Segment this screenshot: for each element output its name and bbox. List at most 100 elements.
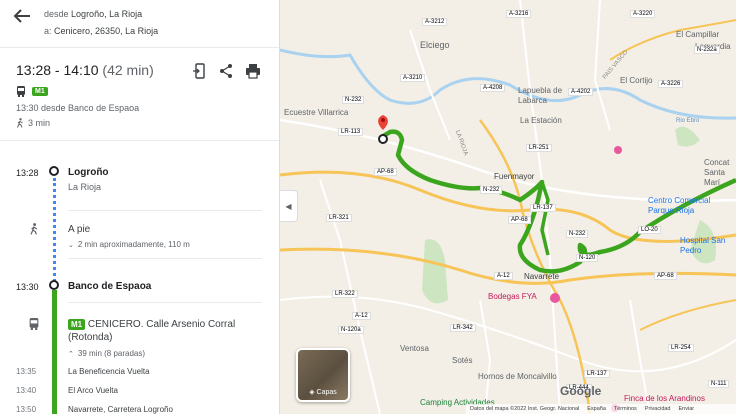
road-shield: AP-68 [508, 216, 531, 224]
divider [68, 258, 262, 259]
walk-detail: 2 min aproximadamente, 110 m [77, 240, 190, 249]
map-label[interactable]: Bodegas FYA [488, 292, 537, 301]
start-marker[interactable] [378, 134, 388, 144]
road-shield: N-232 [566, 230, 589, 238]
road-shield: LO-20 [638, 226, 661, 234]
layers-label: ◈ Capas [298, 388, 348, 396]
departure-arrival: 13:28 - 14:10 [16, 62, 99, 78]
destination-line[interactable]: a: Cenicero, 26350, La Rioja [44, 26, 158, 36]
road-shield: A-12 [494, 272, 513, 280]
map-label[interactable]: Centro Comercial Parque Rioja [648, 196, 736, 216]
origin-line[interactable]: desde Logroño, La Rioja [44, 9, 142, 19]
transit-route-line [52, 290, 57, 414]
origin-region: La Rioja [68, 182, 102, 192]
road-shield: N-232 [480, 186, 503, 194]
road-shield: LR-321 [326, 214, 352, 222]
walk-details-toggle[interactable]: ⌄ 2 min aproximadamente, 110 m [68, 240, 190, 249]
map-label[interactable]: La Estación [520, 116, 562, 125]
road-shield: A-12 [352, 312, 371, 320]
walk-route-line [53, 178, 56, 282]
departure-info: 13:30 desde Banco de Espaoa [16, 103, 140, 113]
stop-marker [49, 280, 59, 290]
road-shield: A-3220 [630, 10, 656, 18]
destination-name: Cenicero, 26350, La Rioja [54, 26, 159, 36]
google-logo: Google [560, 384, 602, 398]
road-shield: A-3210 [400, 74, 426, 82]
divider [68, 210, 262, 211]
road-shield: LR-342 [450, 324, 476, 332]
map-label[interactable]: Hospital San Pedro [680, 236, 736, 256]
print-icon[interactable] [245, 63, 261, 79]
intermediate-stop[interactable]: Navarrete, Carretera Logroño [68, 405, 173, 414]
line-badge: M1 [32, 87, 48, 96]
privacy-link[interactable]: Privacidad [645, 406, 671, 412]
map-label[interactable]: Navarrete [524, 272, 559, 281]
road-shield: A-3226 [658, 80, 684, 88]
back-arrow-icon[interactable] [12, 8, 32, 24]
map-label[interactable]: Hornos de Moncalvillo [478, 372, 558, 382]
route-times: 13:28 - 14:10 (42 min) [16, 62, 154, 78]
share-icon[interactable] [219, 63, 233, 79]
bus-icon [17, 86, 25, 97]
layers-icon: ◈ [309, 389, 315, 396]
road-shield: N-111 [708, 380, 730, 388]
stops-toggle[interactable]: ⌃ 39 min (8 paradas) [68, 349, 145, 358]
map-label[interactable]: Finca de los Arandinos [624, 394, 705, 403]
park-area [422, 239, 448, 304]
destination-pin-icon[interactable] [378, 115, 388, 130]
intermediate-time: 13:40 [16, 386, 37, 395]
bus-icon [29, 318, 39, 330]
origin-marker [49, 166, 59, 176]
road [593, 0, 611, 131]
map-label[interactable]: Ecuestre Villarrica [284, 108, 348, 117]
road-shield: N-120 [576, 254, 599, 262]
transit-summary: M1 [16, 86, 48, 97]
shopping-poi-icon[interactable] [614, 146, 622, 154]
to-prefix: a: [44, 26, 52, 36]
map-label[interactable]: Ventosa [400, 344, 429, 353]
boarding-stop[interactable]: Banco de Espaoa [68, 281, 151, 292]
maps-directions-screen: desde Logroño, La Rioja a: Cenicero, 263… [0, 0, 736, 414]
road-shield: A-4208 [480, 84, 506, 92]
map-label: Rio Ebro [676, 118, 700, 124]
transit-headsign: M1 CENICERO. Calle Arsenio Corral (Roton… [68, 318, 258, 344]
road-shield: LR-251 [526, 144, 552, 152]
map-label[interactable]: El Cortijo [620, 76, 652, 85]
winery-poi-icon[interactable] [550, 293, 560, 303]
map-label[interactable]: Sotés [452, 356, 472, 365]
origin-time: 13:28 [16, 168, 39, 178]
collapse-panel-button[interactable]: ◀ [280, 190, 298, 222]
map-label[interactable]: Elciego [420, 40, 450, 50]
summary-actions [193, 63, 261, 79]
from-prefix: desde [44, 9, 69, 19]
stop-time: 13:30 [16, 282, 39, 292]
divider [68, 302, 262, 303]
road-shield: N-120a [338, 326, 364, 334]
origin-stop[interactable]: Logroño [68, 167, 109, 178]
walk-icon [17, 118, 23, 128]
road-shield: N-232a [694, 46, 720, 54]
region-link[interactable]: España [587, 406, 606, 412]
terms-link[interactable]: Términos [614, 406, 637, 412]
road-shield: AP-68 [374, 168, 397, 176]
directions-header: desde Logroño, La Rioja a: Cenicero, 263… [0, 0, 279, 48]
intermediate-stop[interactable]: El Arco Vuelta [68, 386, 118, 395]
route-steps: 13:28 Logroño La Rioja A pie ⌄ 2 min apr… [0, 146, 279, 414]
phone-send-icon[interactable] [193, 63, 207, 79]
road-shield: LR-113 [338, 128, 364, 136]
walk-summary: 3 min [16, 118, 50, 128]
map-label[interactable]: Fuenmayor [494, 172, 534, 181]
line-badge: M1 [68, 319, 86, 330]
feedback-link[interactable]: Enviar [679, 406, 695, 412]
road-shield: LR-322 [332, 290, 358, 298]
map-label[interactable]: Concat Santa Marí [704, 158, 736, 188]
map-label[interactable]: El Campillar [676, 30, 719, 39]
trip-duration: (42 min) [102, 62, 154, 78]
layers-text: Capas [316, 389, 337, 396]
chevron-down-icon: ⌄ [68, 241, 74, 249]
road-shield: LR-254 [668, 344, 694, 352]
intermediate-stop[interactable]: La Beneficencia Vuelta [68, 367, 150, 376]
layers-button[interactable]: ◈ Capas [296, 348, 350, 402]
divider [0, 140, 279, 141]
road-shield: AP-68 [654, 272, 677, 280]
